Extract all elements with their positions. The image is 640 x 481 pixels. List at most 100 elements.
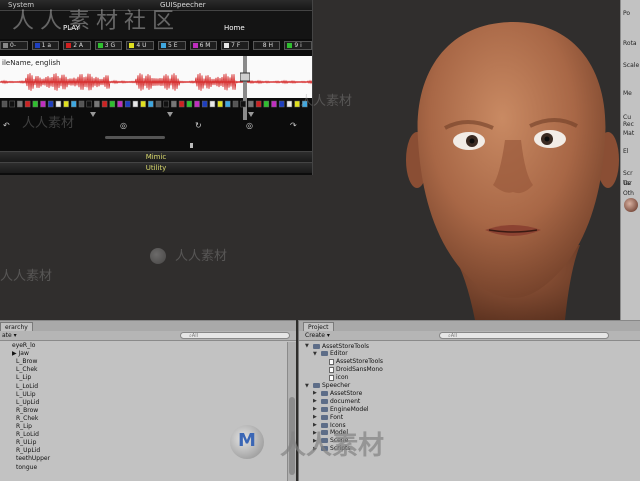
channel-button[interactable]: 8 H xyxy=(252,41,281,50)
hierarchy-item[interactable]: R_ULip xyxy=(16,439,36,447)
phoneme-marker[interactable] xyxy=(117,100,123,108)
phoneme-marker[interactable] xyxy=(286,100,293,108)
position-slider[interactable] xyxy=(0,143,312,148)
phoneme-marker[interactable] xyxy=(194,100,200,108)
hierarchy-search-input[interactable]: ⌕All xyxy=(180,332,290,339)
phoneme-marker[interactable] xyxy=(209,100,216,108)
channel-button[interactable]: 5 E xyxy=(157,41,186,50)
project-item[interactable]: ▶ Scripts xyxy=(313,445,351,453)
channel-button[interactable]: 7 F xyxy=(221,41,249,50)
project-item[interactable]: ▶ Font xyxy=(313,413,343,421)
hierarchy-item[interactable]: R_Chek xyxy=(16,415,38,423)
project-item[interactable]: ▼ Editor xyxy=(313,350,348,358)
project-item[interactable]: ▶ Scene xyxy=(313,437,348,445)
phoneme-marker[interactable] xyxy=(140,100,146,108)
hierarchy-item[interactable]: R_LoLid xyxy=(16,431,39,439)
phoneme-marker[interactable] xyxy=(78,100,85,108)
phoneme-marker[interactable] xyxy=(217,100,223,108)
phoneme-marker[interactable] xyxy=(271,100,277,108)
project-item[interactable]: icon xyxy=(321,374,348,382)
phoneme-marker[interactable] xyxy=(71,100,77,108)
phoneme-marker[interactable] xyxy=(63,100,69,108)
chevron-down-icon[interactable]: ▼ xyxy=(305,383,311,389)
phoneme-markers[interactable] xyxy=(0,100,312,109)
phoneme-marker[interactable] xyxy=(232,100,239,108)
phoneme-marker[interactable] xyxy=(132,100,139,108)
chevron-down-icon[interactable]: ▼ xyxy=(313,351,319,357)
chevron-right-icon[interactable]: ▶ xyxy=(313,430,319,436)
chevron-right-icon[interactable]: ▶ xyxy=(313,446,319,452)
channel-button[interactable]: 1 a xyxy=(31,41,60,50)
phoneme-marker[interactable] xyxy=(302,100,308,108)
phoneme-marker[interactable] xyxy=(109,100,116,108)
phoneme-marker[interactable] xyxy=(1,100,8,108)
phoneme-marker[interactable] xyxy=(17,100,23,108)
hierarchy-item[interactable]: L_LoLid xyxy=(16,383,38,391)
phoneme-marker[interactable] xyxy=(225,100,231,108)
play-button[interactable]: PLAY xyxy=(63,24,80,32)
hierarchy-scrollbar[interactable] xyxy=(287,342,296,481)
chevron-right-icon[interactable]: ▶ xyxy=(313,406,319,412)
project-item[interactable]: ▶ Icons xyxy=(313,421,346,429)
create-button[interactable]: Create ▾ xyxy=(305,332,330,339)
home-button[interactable]: Home xyxy=(224,24,245,32)
mimic-section[interactable]: Mimic xyxy=(0,151,312,162)
chevron-down-icon[interactable]: ▼ xyxy=(305,343,311,349)
phoneme-marker[interactable] xyxy=(178,100,185,108)
channel-button[interactable]: 6 M xyxy=(189,41,218,50)
utility-section[interactable]: Utility xyxy=(0,162,312,173)
phoneme-marker[interactable] xyxy=(163,100,169,108)
phoneme-marker[interactable] xyxy=(240,100,246,108)
phoneme-marker[interactable] xyxy=(124,100,131,108)
target-icon[interactable]: ◎ xyxy=(246,121,253,130)
channel-button[interactable]: 4 U xyxy=(126,41,154,50)
timeline-scrubber[interactable] xyxy=(240,56,250,120)
phoneme-marker[interactable] xyxy=(32,100,39,108)
hierarchy-item[interactable]: tongue xyxy=(16,464,37,472)
chevron-right-icon[interactable]: ▶ xyxy=(313,422,319,428)
project-item[interactable]: DroidSansMono xyxy=(321,366,383,374)
project-item[interactable]: ▼ AssetStoreTools xyxy=(305,342,369,350)
slider-knob[interactable] xyxy=(190,143,193,148)
refresh-icon[interactable]: ↻ xyxy=(195,121,202,130)
phoneme-marker[interactable] xyxy=(248,100,254,108)
hierarchy-item[interactable]: L_Brow xyxy=(16,358,37,366)
project-item[interactable]: ▼ Speecher xyxy=(305,382,350,390)
scroll-thumb[interactable] xyxy=(289,397,295,475)
hierarchy-item[interactable]: L_Chek xyxy=(16,366,38,374)
system-menu[interactable]: System xyxy=(8,1,34,9)
project-item[interactable]: ▶ AssetStore xyxy=(313,389,362,397)
phoneme-marker[interactable] xyxy=(9,100,15,108)
phoneme-marker[interactable] xyxy=(263,100,270,108)
phoneme-marker[interactable] xyxy=(255,100,262,108)
phoneme-marker[interactable] xyxy=(55,100,62,108)
phoneme-marker[interactable] xyxy=(278,100,285,108)
create-button[interactable]: ate ▾ xyxy=(2,332,17,339)
phoneme-marker[interactable] xyxy=(24,100,31,108)
project-search-input[interactable]: ⌕All xyxy=(439,332,609,339)
phoneme-marker[interactable] xyxy=(155,100,162,108)
undo-icon[interactable]: ↶ xyxy=(3,121,10,130)
chevron-right-icon[interactable]: ▶ xyxy=(313,390,319,396)
hierarchy-item[interactable]: L_ULip xyxy=(16,391,36,399)
phoneme-marker[interactable] xyxy=(186,100,193,108)
phoneme-marker[interactable] xyxy=(86,100,92,108)
project-item[interactable]: ▶ EngineModel xyxy=(313,405,369,413)
chevron-right-icon[interactable]: ▶ xyxy=(313,398,319,404)
hierarchy-item[interactable]: L_Lip xyxy=(16,374,31,382)
channel-button[interactable]: 2 A xyxy=(63,41,91,50)
target-icon[interactable]: ◎ xyxy=(120,121,127,130)
channel-button[interactable]: 0- xyxy=(0,41,28,50)
phoneme-marker[interactable] xyxy=(201,100,208,108)
phoneme-marker[interactable] xyxy=(40,100,46,108)
channel-button[interactable]: 3 G xyxy=(94,41,123,50)
phoneme-marker[interactable] xyxy=(47,100,54,108)
phoneme-marker[interactable] xyxy=(294,100,300,108)
phoneme-marker[interactable] xyxy=(101,100,108,108)
phoneme-marker[interactable] xyxy=(94,100,100,108)
project-item[interactable]: AssetStoreTools xyxy=(321,358,383,366)
redo-icon[interactable]: ↷ xyxy=(290,121,297,130)
hierarchy-item[interactable]: eyeR_lo xyxy=(12,342,35,350)
chevron-right-icon[interactable]: ▶ xyxy=(313,438,319,444)
hierarchy-item[interactable]: R_UpLid xyxy=(16,447,40,455)
